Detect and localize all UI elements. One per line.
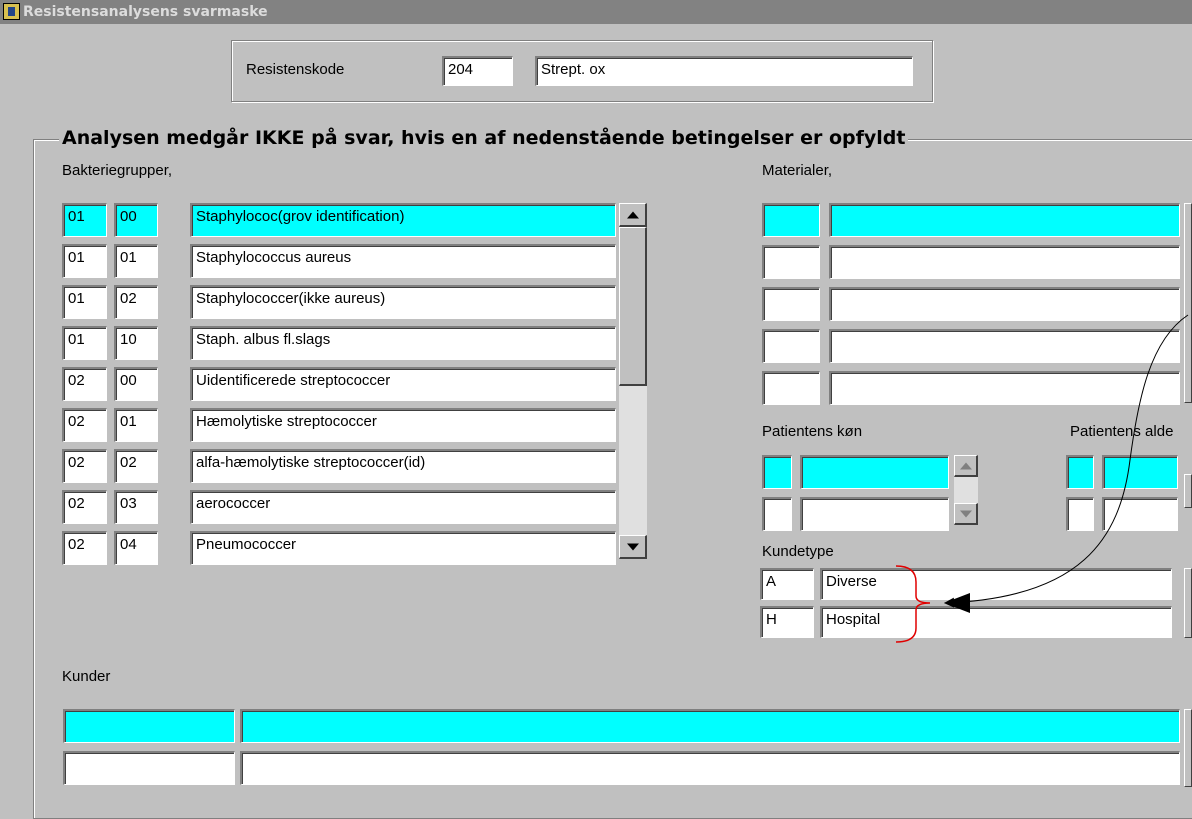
annotation-arrow-icon xyxy=(895,314,1189,643)
